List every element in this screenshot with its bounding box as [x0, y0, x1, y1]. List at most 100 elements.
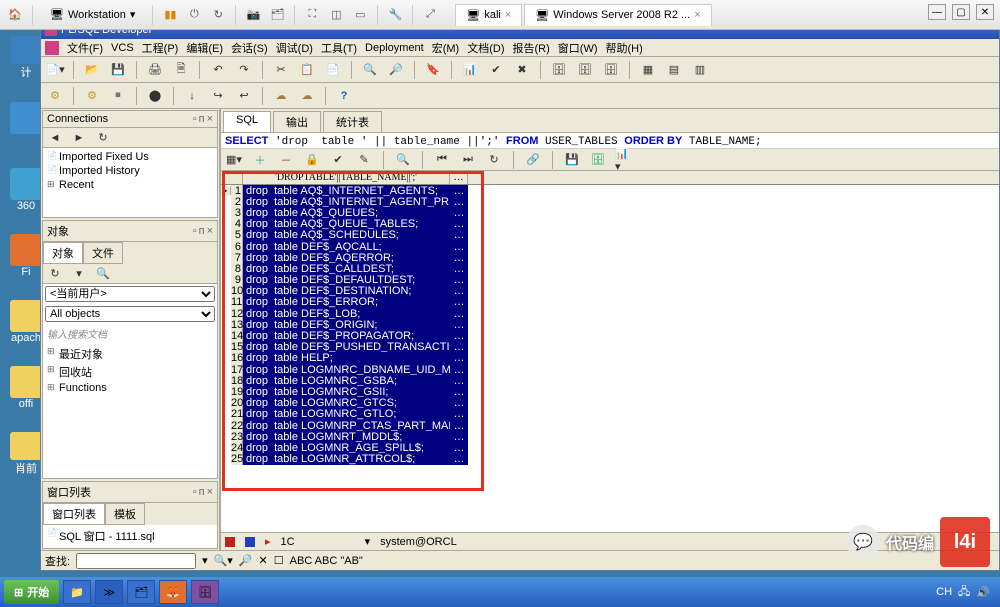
refresh-icon[interactable]: ↻	[485, 151, 503, 169]
break-icon[interactable]: ⬤	[145, 86, 165, 106]
nav-back-icon[interactable]: ◄	[45, 128, 65, 148]
tray-sound-icon[interactable]: 🔊	[976, 586, 990, 599]
table-row[interactable]: 17drop table LOGMNRC_DBNAME_UID_MAP;…	[221, 364, 999, 375]
unity-icon[interactable]: ◫	[327, 6, 345, 24]
find-icon[interactable]: 🔍	[360, 60, 380, 80]
tile2-icon[interactable]: ▤	[664, 60, 684, 80]
menu-window[interactable]: 窗口(W)	[558, 40, 598, 56]
tab-winlist[interactable]: 窗口列表	[43, 503, 105, 525]
close-icon[interactable]: ×	[505, 9, 511, 21]
last-icon[interactable]: ⏭	[459, 151, 477, 169]
dock-icon[interactable]: п	[199, 225, 205, 237]
undo-icon[interactable]: ↶	[208, 60, 228, 80]
tree-item[interactable]: Functions	[45, 381, 215, 395]
close-icon[interactable]: ×	[694, 9, 700, 21]
cloud1-icon[interactable]: ☁	[271, 86, 291, 106]
table-row[interactable]: 15drop table DEF$_PUSHED_TRANSACTIONS;…	[221, 342, 999, 353]
vm-tab-windows[interactable]: 🖥 Windows Server 2008 R2 ... ×	[524, 4, 711, 26]
tray-lang-icon[interactable]: CH	[936, 586, 952, 598]
find-icon[interactable]: 🔍	[394, 151, 412, 169]
tile3-icon[interactable]: ▥	[690, 60, 710, 80]
table-row[interactable]: 24drop table LOGMNR_AGE_SPILL$;…	[221, 442, 999, 453]
menu-project[interactable]: 工程(P)	[142, 40, 179, 56]
commit-icon[interactable]: ✔	[329, 151, 347, 169]
col-rownum[interactable]	[221, 171, 243, 184]
lock-icon[interactable]: 🔒	[303, 151, 321, 169]
db3-icon[interactable]: 🗄	[601, 60, 621, 80]
table-row[interactable]: 2drop table AQ$_INTERNET_AGENT_PRIVS;…	[221, 196, 999, 207]
find-next-icon[interactable]: 🔎	[239, 554, 253, 567]
export-icon[interactable]: 🗄	[589, 151, 607, 169]
table-row[interactable]: 13drop table DEF$_ORIGIN;…	[221, 319, 999, 330]
dock-icon[interactable]: п	[199, 486, 205, 498]
table-row[interactable]: 14drop table DEF$_PROPAGATOR;…	[221, 330, 999, 341]
tab-files[interactable]: 文件	[83, 242, 123, 264]
table-row[interactable]: 23drop table LOGMNRT_MDDL$;…	[221, 431, 999, 442]
view-icon[interactable]: ▭	[351, 6, 369, 24]
copy-icon[interactable]: 📋	[297, 60, 317, 80]
search-down-icon[interactable]: ▾	[202, 554, 208, 567]
search-options[interactable]: ABC ABC "AB"	[290, 555, 363, 567]
table-row[interactable]: 12drop table DEF$_LOB;…	[221, 308, 999, 319]
menu-tools[interactable]: 工具(T)	[321, 40, 357, 56]
first-icon[interactable]: ⏮	[433, 151, 451, 169]
minimize-icon[interactable]: —	[928, 4, 946, 20]
tree-item[interactable]: Imported History	[45, 164, 215, 178]
find-icon[interactable]: 🔍▾	[214, 554, 233, 567]
result-grid[interactable]: 'DROPTABLE'||TABLE_NAME||';' … ▸1drop ta…	[221, 171, 999, 465]
table-row[interactable]: ▸1drop table AQ$_INTERNET_AGENTS;…	[221, 185, 999, 196]
db1-icon[interactable]: 🗄	[549, 60, 569, 80]
task-item[interactable]: 📁	[63, 580, 91, 604]
commit-icon[interactable]: ✔	[486, 60, 506, 80]
paste-icon[interactable]: 📄	[323, 60, 343, 80]
task-item[interactable]: 🦊	[159, 580, 187, 604]
table-row[interactable]: 16drop table HELP;…	[221, 353, 999, 364]
findrepeat-icon[interactable]: 🔎	[386, 60, 406, 80]
start-button[interactable]: ⊞ 开始	[4, 580, 59, 604]
table-row[interactable]: 8drop table DEF$_CALLDEST;…	[221, 263, 999, 274]
fullscreen-icon[interactable]: ⛶	[303, 6, 321, 24]
link-icon[interactable]: 🔗	[524, 151, 542, 169]
db2-icon[interactable]: 🗄	[575, 60, 595, 80]
pin-icon[interactable]: ▫	[193, 486, 197, 498]
save-icon[interactable]: 💾	[563, 151, 581, 169]
menu-report[interactable]: 报告(R)	[513, 40, 550, 56]
chart-icon[interactable]: 📊▾	[615, 151, 633, 169]
execute-icon[interactable]: ⚙	[45, 86, 65, 106]
pin-icon[interactable]: ▫	[193, 225, 197, 237]
step1-icon[interactable]: ↓	[182, 86, 202, 106]
tab-template[interactable]: 模板	[105, 503, 145, 525]
table-row[interactable]: 18drop table LOGMNRC_GSBA;…	[221, 375, 999, 386]
tree-item[interactable]: Recent	[45, 178, 215, 192]
stop-icon[interactable]: ⏹	[108, 86, 128, 106]
task-item[interactable]: 🗄	[191, 580, 219, 604]
expand-icon[interactable]: ⤢	[421, 6, 439, 24]
edit-icon[interactable]: ✎	[355, 151, 373, 169]
explain-icon[interactable]: 📊	[460, 60, 480, 80]
reset-icon[interactable]: ↻	[209, 6, 227, 24]
save-icon[interactable]: 💾	[108, 60, 128, 80]
tab-stats[interactable]: 统计表	[323, 111, 382, 132]
table-row[interactable]: 3drop table AQ$_QUEUES;…	[221, 207, 999, 218]
tree-item[interactable]: Imported Fixed Us	[45, 150, 215, 164]
pin-icon[interactable]: ▫	[193, 113, 197, 125]
close-icon[interactable]: ×	[207, 486, 213, 498]
gear-icon[interactable]: ⚙	[82, 86, 102, 106]
menu-macro[interactable]: 宏(M)	[432, 40, 460, 56]
search-input[interactable]	[76, 553, 196, 569]
snapshot-mgr-icon[interactable]: 🗂	[268, 6, 286, 24]
winlist-item[interactable]: SQL 窗口 - 1111.sql	[45, 527, 215, 545]
add-icon[interactable]: ＋	[251, 151, 269, 169]
tile-icon[interactable]: ▦	[638, 60, 658, 80]
refresh-icon[interactable]: ↻	[45, 264, 65, 284]
tree-item[interactable]: 最近对象	[45, 345, 215, 363]
step3-icon[interactable]: ↩	[234, 86, 254, 106]
help-icon[interactable]: ?	[334, 86, 354, 106]
user-select[interactable]: <当前用户>	[45, 286, 215, 302]
tree-item[interactable]: 回收站	[45, 363, 215, 381]
table-row[interactable]: 10drop table DEF$_DESTINATION;…	[221, 286, 999, 297]
menu-deployment[interactable]: Deployment	[365, 42, 424, 54]
table-row[interactable]: 11drop table DEF$_ERROR;…	[221, 297, 999, 308]
power-icon[interactable]: ⏻	[185, 6, 203, 24]
cloud2-icon[interactable]: ☁	[297, 86, 317, 106]
